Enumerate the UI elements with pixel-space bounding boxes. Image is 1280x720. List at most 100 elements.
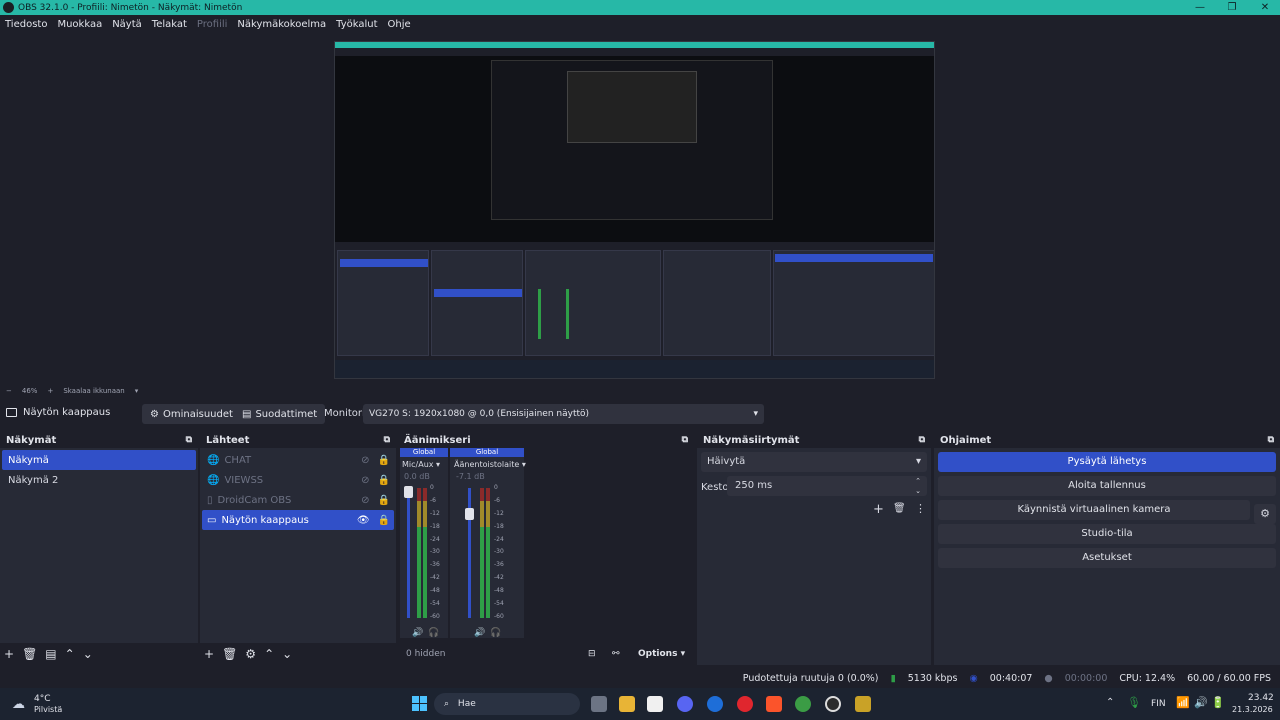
notepad-icon[interactable] bbox=[647, 696, 663, 712]
brave-icon[interactable] bbox=[766, 696, 782, 712]
stop-streaming-button[interactable]: Pysäytä lähetys bbox=[938, 452, 1276, 472]
lock-icon[interactable]: 🔒 bbox=[378, 475, 390, 486]
undock-icon[interactable]: ⧉ bbox=[682, 435, 688, 445]
maximize-button[interactable]: ❐ bbox=[1215, 0, 1249, 15]
undock-icon[interactable]: ⧉ bbox=[1268, 435, 1274, 445]
studio-mode-button[interactable]: Studio-tila bbox=[938, 524, 1276, 544]
add-icon[interactable]: + bbox=[873, 502, 884, 517]
close-button[interactable]: ✕ bbox=[1248, 0, 1280, 15]
scene-item[interactable]: Näkymä 2 bbox=[2, 470, 196, 490]
add-icon[interactable]: + bbox=[4, 647, 14, 661]
windows-start-icon[interactable] bbox=[412, 696, 427, 711]
headphones-icon[interactable]: 🎧 bbox=[428, 628, 439, 638]
zoom-out-button[interactable]: − bbox=[6, 387, 12, 395]
layout-icon[interactable]: ⊟ bbox=[588, 649, 596, 659]
search-icon: ⌕ bbox=[444, 699, 450, 709]
preview-nested-menubar bbox=[335, 48, 934, 56]
filter-icon[interactable]: ▤ bbox=[45, 647, 56, 661]
menu-view[interactable]: Näytä bbox=[112, 19, 142, 30]
menu-scene-collection[interactable]: Näkymäkokoelma bbox=[237, 19, 326, 30]
trash-icon[interactable]: 🗑 bbox=[893, 503, 906, 514]
properties-button[interactable]: ⚙ Ominaisuudet bbox=[142, 404, 241, 424]
link-icon[interactable]: ⚯ bbox=[612, 649, 620, 659]
source-item[interactable]: 🌐 VIEWSS ⊘ 🔒 bbox=[202, 470, 394, 490]
options-button[interactable]: Options ▾ bbox=[638, 649, 685, 659]
clock-time[interactable]: 23.42 bbox=[1248, 693, 1274, 703]
clock-date[interactable]: 21.3.2026 bbox=[1232, 705, 1273, 714]
source-item[interactable]: 🌐 CHAT ⊘ 🔒 bbox=[202, 450, 394, 470]
source-item[interactable]: ▭ Näytön kaappaus 👁 🔒 bbox=[202, 510, 394, 530]
undock-icon[interactable]: ⧉ bbox=[384, 435, 390, 445]
gear-icon[interactable]: ⚙ bbox=[1254, 504, 1276, 524]
obs-icon[interactable] bbox=[825, 696, 841, 712]
minimize-button[interactable]: — bbox=[1183, 0, 1217, 15]
meter-scale: 0 -6 -12 -18 -24 -30 -36 -42 -48 -54 -60 bbox=[494, 484, 512, 620]
filters-button[interactable]: ▤ Suodattimet bbox=[234, 404, 326, 424]
menu-docks[interactable]: Telakat bbox=[152, 19, 187, 30]
opera-icon[interactable] bbox=[737, 696, 753, 712]
gear-icon[interactable]: ⚙ bbox=[245, 647, 256, 661]
lock-icon[interactable]: 🔒 bbox=[378, 495, 390, 506]
menu-file[interactable]: Tiedosto bbox=[5, 19, 47, 30]
task-view-icon[interactable] bbox=[591, 696, 607, 712]
more-icon[interactable]: ⋮ bbox=[915, 502, 926, 515]
chevron-down-icon[interactable]: ⌄ bbox=[83, 647, 93, 661]
volume-icon[interactable]: 🔊 bbox=[1194, 696, 1208, 709]
taskbar-search[interactable]: ⌕ Hae bbox=[434, 693, 580, 715]
discord-icon[interactable] bbox=[677, 696, 693, 712]
headphones-icon[interactable]: 🎧 bbox=[490, 628, 501, 638]
eye-icon[interactable]: 👁 bbox=[357, 515, 370, 526]
menu-help[interactable]: Ohje bbox=[388, 19, 411, 30]
duration-input[interactable]: 250 ms ⌃ ⌄ bbox=[727, 476, 927, 496]
preview-dock-scenes bbox=[337, 250, 429, 356]
eye-hidden-icon[interactable]: ⊘ bbox=[361, 455, 369, 466]
zoom-scale-label[interactable]: Skaalaa ikkunaan bbox=[63, 387, 124, 395]
language[interactable]: FIN bbox=[1151, 699, 1166, 709]
chevron-up-icon[interactable]: ⌃ bbox=[1106, 697, 1114, 708]
browser-icon[interactable] bbox=[707, 696, 723, 712]
signal-icon: ▮ bbox=[890, 672, 896, 684]
transition-select[interactable]: Häivytä ▾ bbox=[701, 452, 927, 472]
battery-icon[interactable]: 🔋 bbox=[1211, 696, 1225, 709]
preview-canvas[interactable] bbox=[334, 41, 935, 379]
undock-icon[interactable]: ⧉ bbox=[186, 435, 192, 445]
trash-icon[interactable]: 🗑 bbox=[22, 647, 37, 661]
channel-name[interactable]: Mic/Aux ▾ bbox=[400, 457, 448, 469]
add-icon[interactable]: + bbox=[204, 647, 214, 661]
chrome-icon[interactable] bbox=[795, 696, 811, 712]
monitor-select[interactable]: VG270 S: 1920x1080 @ 0,0 (Ensisijainen n… bbox=[363, 404, 764, 424]
chevron-up-icon[interactable]: ⌃ bbox=[264, 647, 274, 661]
microphone-icon[interactable]: 🎙 bbox=[1127, 696, 1141, 709]
eye-hidden-icon[interactable]: ⊘ bbox=[361, 495, 369, 506]
zoom-in-button[interactable]: + bbox=[47, 387, 53, 395]
menu-profile[interactable]: Profiili bbox=[197, 19, 228, 30]
spinner-icon[interactable]: ⌃ ⌄ bbox=[915, 476, 921, 496]
eye-hidden-icon[interactable]: ⊘ bbox=[361, 475, 369, 486]
source-item[interactable]: ▯ DroidCam OBS ⊘ 🔒 bbox=[202, 490, 394, 510]
volume-slider-handle[interactable] bbox=[465, 508, 474, 520]
temperature: 4°C bbox=[34, 694, 51, 704]
scene-item[interactable]: Näkymä bbox=[2, 450, 196, 470]
settings-button[interactable]: Asetukset bbox=[938, 548, 1276, 568]
obs-logo-icon bbox=[3, 2, 14, 13]
start-virtual-camera-button[interactable]: Käynnistä virtuaalinen kamera bbox=[938, 500, 1250, 520]
lock-icon[interactable]: 🔒 bbox=[378, 455, 390, 466]
speaker-icon[interactable]: 🔊 bbox=[474, 628, 485, 638]
undock-icon[interactable]: ⧉ bbox=[919, 435, 925, 445]
file-explorer-icon[interactable] bbox=[619, 696, 635, 712]
volume-slider-track[interactable] bbox=[407, 488, 410, 618]
speaker-icon[interactable]: 🔊 bbox=[412, 628, 423, 638]
trash-icon[interactable]: 🗑 bbox=[222, 647, 237, 661]
channel-name[interactable]: Äänentoistolaite ▾ bbox=[450, 457, 526, 469]
app-icon[interactable] bbox=[855, 696, 871, 712]
menu-tools[interactable]: Työkalut bbox=[336, 19, 377, 30]
start-recording-button[interactable]: Aloita tallennus bbox=[938, 476, 1276, 496]
chevron-down-icon[interactable]: ▾ bbox=[135, 387, 139, 395]
lock-icon[interactable]: 🔒 bbox=[378, 515, 390, 526]
chevron-up-icon[interactable]: ⌃ bbox=[65, 647, 75, 661]
meter-scale-tick: -18 bbox=[494, 522, 504, 530]
menu-edit[interactable]: Muokkaa bbox=[57, 19, 102, 30]
volume-slider-handle[interactable] bbox=[404, 485, 413, 498]
wifi-icon[interactable]: 📶 bbox=[1176, 696, 1190, 709]
chevron-down-icon[interactable]: ⌄ bbox=[282, 647, 292, 661]
